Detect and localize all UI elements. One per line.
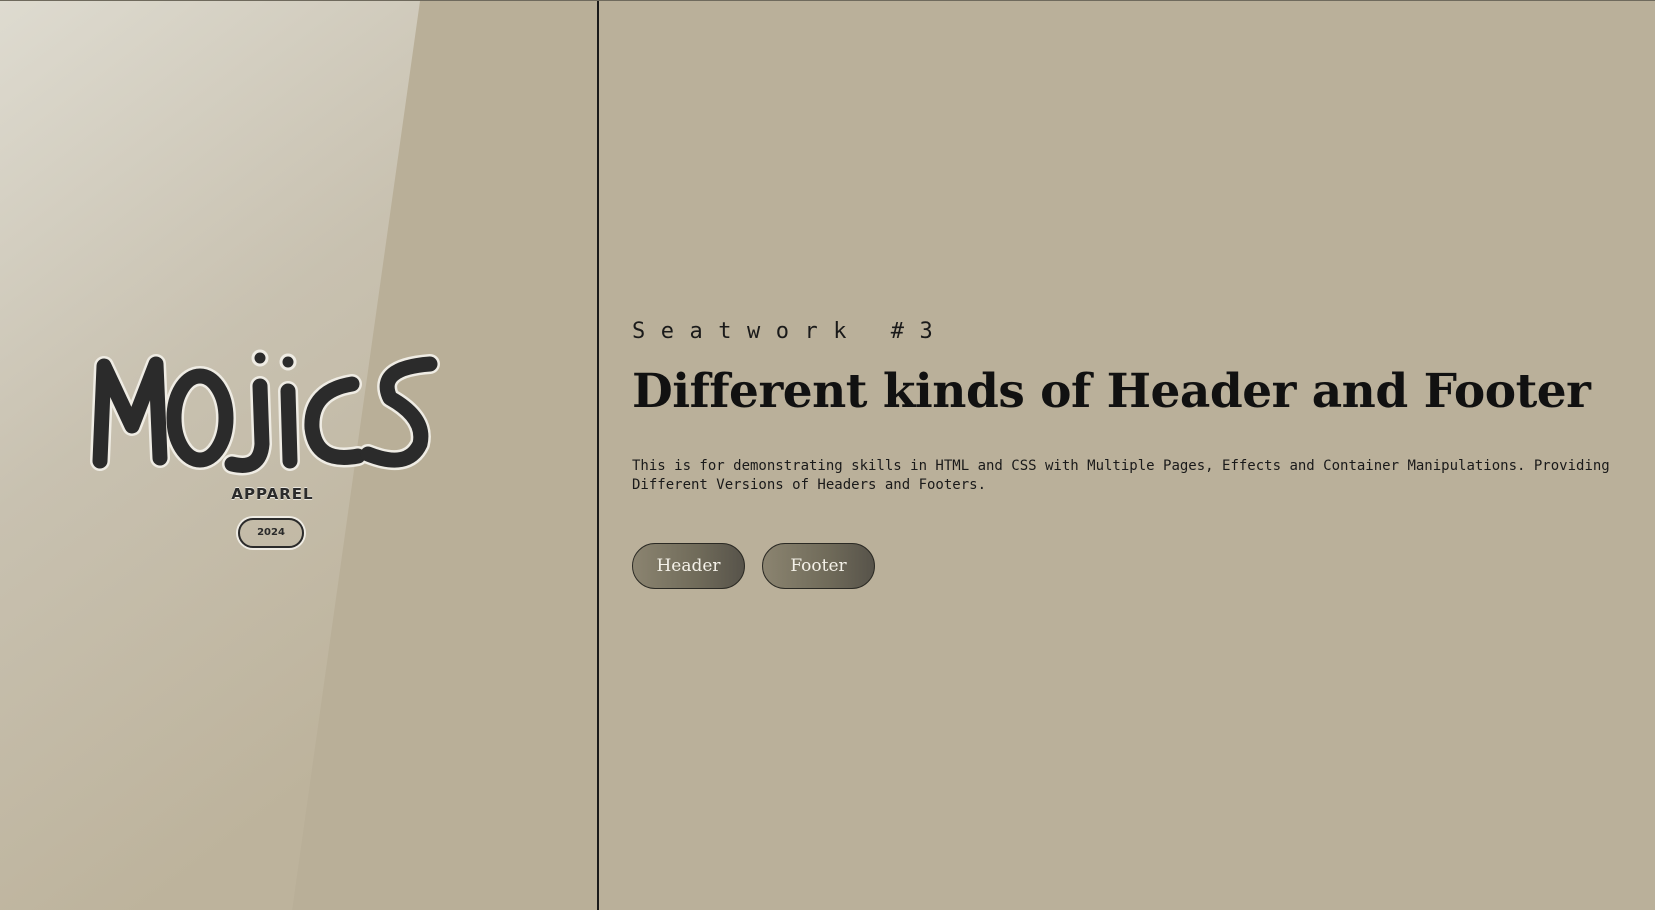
- logo-year-badge: 2024: [238, 518, 304, 548]
- hero-description-line-2: Different Versions of Headers and Footer…: [632, 477, 987, 493]
- hero-eyebrow: Seatwork #3: [632, 319, 949, 344]
- logo-subtitle: APPAREL: [231, 485, 314, 503]
- hero-title: Different kinds of Header and Footer: [632, 364, 1591, 419]
- footer-button[interactable]: Footer: [762, 543, 875, 589]
- panel-divider: [597, 1, 599, 910]
- hero-buttons: Header Footer: [632, 543, 1655, 589]
- logo-wordmark: [90, 349, 440, 476]
- hero-description: This is for demonstrating skills in HTML…: [632, 457, 1655, 495]
- brand-logo: APPAREL 2024: [90, 346, 460, 561]
- header-button[interactable]: Header: [632, 543, 745, 589]
- brand-panel: APPAREL 2024: [0, 1, 597, 910]
- page: APPAREL 2024 Seatwork #3 Different kinds…: [0, 0, 1655, 910]
- hero-content: Seatwork #3 Different kinds of Header an…: [632, 316, 1655, 589]
- hero-description-line-1: This is for demonstrating skills in HTML…: [632, 458, 1610, 474]
